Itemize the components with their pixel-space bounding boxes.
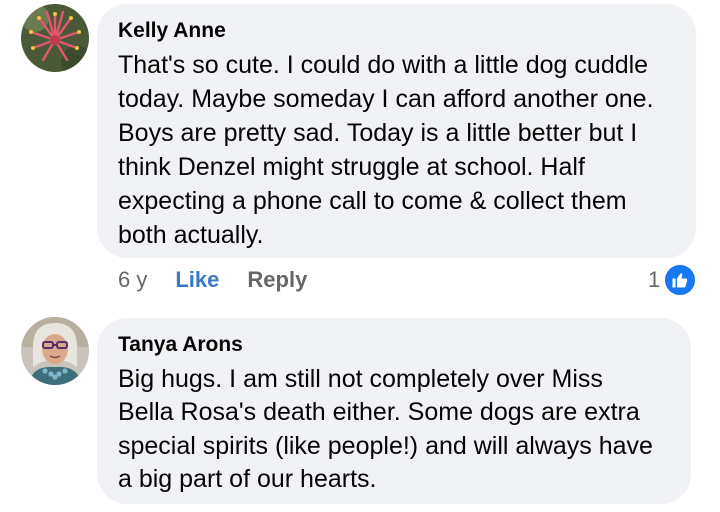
comment-text-line: Bella Rosa's death either. Some dogs are… [118,398,640,426]
reply-button[interactable]: Reply [247,267,307,293]
comment-author[interactable]: Kelly Anne [118,19,226,43]
comment-text-line: a big part of our hearts. [118,465,377,493]
comment-text-line: Big hugs. I am still not completely over… [118,365,603,393]
flower-avatar-icon [21,4,89,72]
comment-author[interactable]: Tanya Arons [118,333,243,357]
comment-text-line: expecting a phone call to come & collect… [118,187,627,215]
comment-text-line: today. Maybe someday I can afford anothe… [118,85,654,113]
reaction-summary[interactable]: 1 [648,263,698,297]
woman-avatar-icon [21,317,89,385]
like-button[interactable]: Like [175,267,219,293]
comment-text-line: Boys are pretty sad. Today is a little b… [118,119,638,147]
avatar-kelly-anne[interactable] [21,4,89,72]
avatar-tanya-arons[interactable] [21,317,89,385]
comment-actions: 6 y Like Reply [118,263,307,297]
comment-timestamp[interactable]: 6 y [118,267,147,293]
reaction-count: 1 [648,267,661,292]
comment-text-line: think Denzel might struggle at school. H… [118,153,585,181]
comment-text-line: That's so cute. I could do with a little… [118,51,649,79]
comment-text-line: special spirits (like people!) and will … [118,432,653,460]
thumbs-up-icon [663,263,698,297]
comment-text-line: both actually. [118,221,264,249]
